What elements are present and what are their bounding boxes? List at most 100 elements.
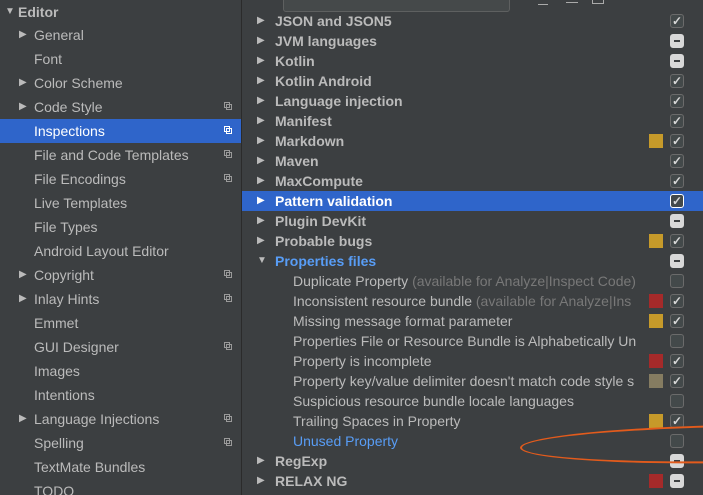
inspection-group-relax-ng[interactable]: ▶ RELAX NG bbox=[242, 471, 703, 491]
inspection-group-kotlin[interactable]: ▶ Kotlin bbox=[242, 51, 703, 71]
enabled-checkbox[interactable] bbox=[670, 434, 684, 448]
inspection-group-pattern-validation[interactable]: ▶ Pattern validation ✓ bbox=[242, 191, 703, 211]
enabled-checkbox[interactable]: ✓ bbox=[670, 154, 684, 168]
enabled-checkbox[interactable]: ✓ bbox=[670, 174, 684, 188]
inspection-item-trailing-spaces-in-property[interactable]: Trailing Spaces in Property ✓ bbox=[242, 411, 703, 431]
collapse-all-icon[interactable] bbox=[592, 0, 604, 4]
chevron-down-icon[interactable]: ▼ bbox=[257, 251, 267, 271]
chevron-right-icon[interactable]: ▶ bbox=[257, 451, 265, 471]
chevron-right-icon[interactable]: ▶ bbox=[19, 263, 27, 287]
inspection-item-properties-file-or-resource-bundle-is-alphabetically-un[interactable]: Properties File or Resource Bundle is Al… bbox=[242, 331, 703, 351]
enabled-checkbox[interactable] bbox=[670, 34, 684, 48]
chevron-right-icon[interactable]: ▶ bbox=[257, 91, 265, 111]
sidebar-item-color-scheme[interactable]: ▶ Color Scheme bbox=[0, 71, 241, 95]
sidebar-item-spelling[interactable]: Spelling bbox=[0, 431, 241, 455]
chevron-right-icon[interactable]: ▶ bbox=[257, 231, 265, 251]
chevron-right-icon[interactable]: ▶ bbox=[257, 31, 265, 51]
severity-indicator bbox=[649, 354, 663, 368]
severity-indicator bbox=[649, 474, 663, 488]
enabled-checkbox[interactable]: ✓ bbox=[670, 194, 684, 208]
sidebar-item-gui-designer[interactable]: GUI Designer bbox=[0, 335, 241, 359]
sidebar-item-images[interactable]: Images bbox=[0, 359, 241, 383]
enabled-checkbox[interactable] bbox=[670, 254, 684, 268]
inspection-group-properties-files[interactable]: ▼ Properties files bbox=[242, 251, 703, 271]
inspection-item-label: Inconsistent resource bundle (available … bbox=[293, 291, 645, 311]
sidebar-item-emmet[interactable]: Emmet bbox=[0, 311, 241, 335]
inspection-group-kotlin-android[interactable]: ▶ Kotlin Android ✓ bbox=[242, 71, 703, 91]
chevron-right-icon[interactable]: ▶ bbox=[257, 471, 265, 491]
chevron-right-icon[interactable]: ▶ bbox=[19, 407, 27, 431]
enabled-checkbox[interactable]: ✓ bbox=[670, 94, 684, 108]
inspection-group-maven[interactable]: ▶ Maven ✓ bbox=[242, 151, 703, 171]
sidebar-item-label: Spelling bbox=[34, 435, 84, 451]
sidebar-item-file-types[interactable]: File Types bbox=[0, 215, 241, 239]
inspection-group-plugin-devkit[interactable]: ▶ Plugin DevKit bbox=[242, 211, 703, 231]
chevron-right-icon[interactable]: ▶ bbox=[19, 71, 27, 95]
inspection-group-json-and-json5[interactable]: ▶ JSON and JSON5 ✓ bbox=[242, 11, 703, 31]
inspection-item-property-key-value-delimiter-doesn-t-match-code-style-s[interactable]: Property key/value delimiter doesn't mat… bbox=[242, 371, 703, 391]
inspection-item-duplicate-property[interactable]: Duplicate Property (available for Analyz… bbox=[242, 271, 703, 291]
sidebar-item-live-templates[interactable]: Live Templates bbox=[0, 191, 241, 215]
chevron-right-icon[interactable]: ▶ bbox=[19, 287, 27, 311]
enabled-checkbox[interactable]: ✓ bbox=[670, 134, 684, 148]
enabled-checkbox[interactable] bbox=[670, 454, 684, 468]
sidebar-item-todo[interactable]: TODO bbox=[0, 479, 241, 495]
enabled-checkbox[interactable]: ✓ bbox=[670, 74, 684, 88]
sidebar-item-intentions[interactable]: Intentions bbox=[0, 383, 241, 407]
sidebar-item-copyright[interactable]: ▶ Copyright bbox=[0, 263, 241, 287]
chevron-right-icon[interactable]: ▶ bbox=[19, 95, 27, 119]
sidebar-item-label: Inspections bbox=[34, 123, 105, 139]
enabled-checkbox[interactable]: ✓ bbox=[670, 314, 684, 328]
enabled-checkbox[interactable]: ✓ bbox=[670, 374, 684, 388]
sidebar-item-file-and-code-templates[interactable]: File and Code Templates bbox=[0, 143, 241, 167]
chevron-right-icon[interactable]: ▶ bbox=[257, 111, 265, 131]
sidebar-item-inspections[interactable]: Inspections bbox=[0, 119, 241, 143]
sidebar-item-code-style[interactable]: ▶ Code Style bbox=[0, 95, 241, 119]
chevron-right-icon[interactable]: ▶ bbox=[19, 23, 27, 47]
inspection-group-regexp[interactable]: ▶ RegExp bbox=[242, 451, 703, 471]
sidebar-item-language-injections[interactable]: ▶ Language Injections bbox=[0, 407, 241, 431]
inspection-item-unused-property[interactable]: Unused Property bbox=[242, 431, 703, 451]
inspection-group-jvm-languages[interactable]: ▶ JVM languages bbox=[242, 31, 703, 51]
inspection-group-markdown[interactable]: ▶ Markdown ✓ bbox=[242, 131, 703, 151]
sidebar-item-general[interactable]: ▶ General bbox=[0, 23, 241, 47]
inspection-item-property-is-incomplete[interactable]: Property is incomplete ✓ bbox=[242, 351, 703, 371]
enabled-checkbox[interactable] bbox=[670, 394, 684, 408]
sidebar-item-font[interactable]: Font bbox=[0, 47, 241, 71]
sidebar-item-inlay-hints[interactable]: ▶ Inlay Hints bbox=[0, 287, 241, 311]
enabled-checkbox[interactable] bbox=[670, 54, 684, 68]
enabled-checkbox[interactable] bbox=[670, 334, 684, 348]
chevron-right-icon[interactable]: ▶ bbox=[257, 71, 265, 91]
enabled-checkbox[interactable]: ✓ bbox=[670, 14, 684, 28]
sidebar-item-file-encodings[interactable]: File Encodings bbox=[0, 167, 241, 191]
chevron-right-icon[interactable]: ▶ bbox=[257, 11, 265, 31]
chevron-right-icon[interactable]: ▶ bbox=[257, 51, 265, 71]
inspection-item-missing-message-format-parameter[interactable]: Missing message format parameter ✓ bbox=[242, 311, 703, 331]
chevron-right-icon[interactable]: ▶ bbox=[257, 171, 265, 191]
sidebar-section-editor[interactable]: ▼ Editor bbox=[0, 0, 241, 24]
inspection-group-language-injection[interactable]: ▶ Language injection ✓ bbox=[242, 91, 703, 111]
enabled-checkbox[interactable] bbox=[670, 214, 684, 228]
sidebar-item-android-layout-editor[interactable]: Android Layout Editor bbox=[0, 239, 241, 263]
enabled-checkbox[interactable]: ✓ bbox=[670, 294, 684, 308]
inspection-item-inconsistent-resource-bundle[interactable]: Inconsistent resource bundle (available … bbox=[242, 291, 703, 311]
enabled-checkbox[interactable] bbox=[670, 274, 684, 288]
enabled-checkbox[interactable]: ✓ bbox=[670, 234, 684, 248]
expand-all-icon[interactable] bbox=[566, 2, 578, 3]
filter-icon[interactable] bbox=[538, 0, 548, 5]
inspection-group-manifest[interactable]: ▶ Manifest ✓ bbox=[242, 111, 703, 131]
sidebar-item-textmate-bundles[interactable]: TextMate Bundles bbox=[0, 455, 241, 479]
chevron-right-icon[interactable]: ▶ bbox=[257, 191, 265, 211]
inspection-group-probable-bugs[interactable]: ▶ Probable bugs ✓ bbox=[242, 231, 703, 251]
enabled-checkbox[interactable] bbox=[670, 474, 684, 488]
inspection-group-maxcompute[interactable]: ▶ MaxCompute ✓ bbox=[242, 171, 703, 191]
enabled-checkbox[interactable]: ✓ bbox=[670, 414, 684, 428]
chevron-right-icon[interactable]: ▶ bbox=[257, 211, 265, 231]
sidebar-item-label: Inlay Hints bbox=[34, 291, 100, 307]
enabled-checkbox[interactable]: ✓ bbox=[670, 114, 684, 128]
enabled-checkbox[interactable]: ✓ bbox=[670, 354, 684, 368]
inspection-item-suspicious-resource-bundle-locale-languages[interactable]: Suspicious resource bundle locale langua… bbox=[242, 391, 703, 411]
chevron-right-icon[interactable]: ▶ bbox=[257, 131, 265, 151]
chevron-right-icon[interactable]: ▶ bbox=[257, 151, 265, 171]
chevron-down-icon[interactable]: ▼ bbox=[5, 0, 15, 24]
